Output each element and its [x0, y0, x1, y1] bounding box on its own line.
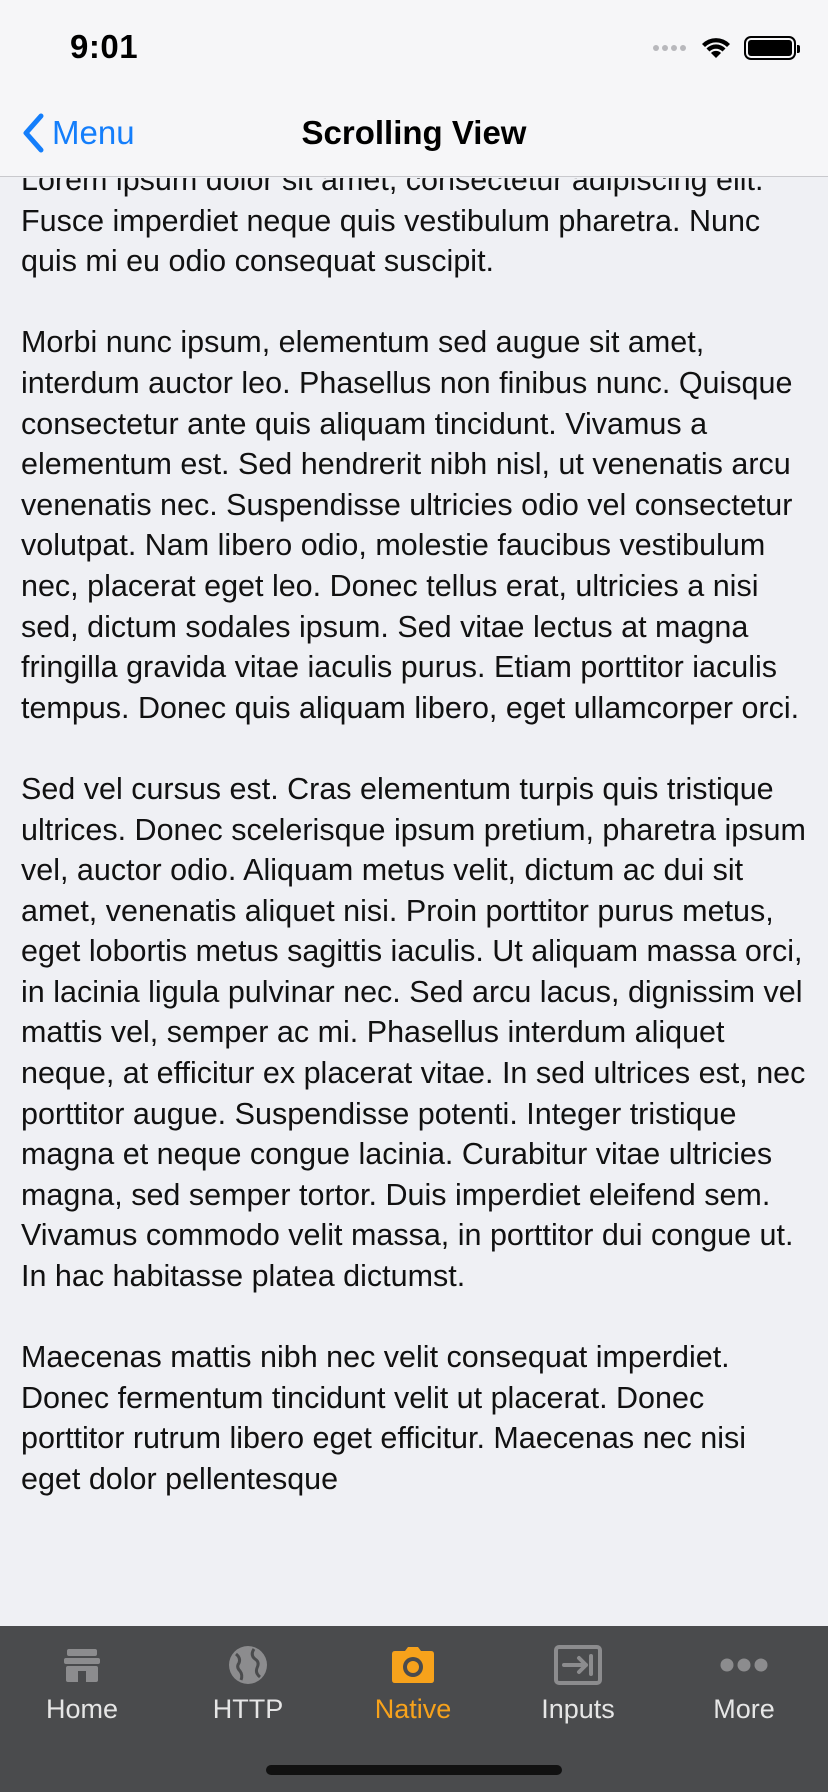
- more-icon: [720, 1658, 768, 1672]
- tab-label: More: [713, 1694, 775, 1724]
- battery-icon: [744, 36, 800, 60]
- scroll-view[interactable]: Lorem ipsum dolor sit amet, consectetur …: [0, 178, 828, 1626]
- wifi-icon: [702, 38, 730, 58]
- tab-label: HTTP: [212, 1694, 284, 1724]
- paragraph: Lorem ipsum dolor sit amet, consectetur …: [21, 178, 764, 279]
- status-icons: [653, 36, 800, 60]
- home-indicator: [266, 1765, 562, 1775]
- cellular-signal-icon: [653, 45, 686, 51]
- home-icon: [64, 1649, 100, 1682]
- tab-label: Inputs: [541, 1694, 615, 1724]
- status-time: 9:01: [70, 28, 139, 65]
- text-body: Lorem ipsum dolor sit amet, consectetur …: [21, 178, 811, 1540]
- tab-more[interactable]: More: [669, 1640, 819, 1740]
- tab-native[interactable]: Native: [338, 1640, 488, 1740]
- input-icon: [554, 1645, 602, 1685]
- tab-home[interactable]: Home: [7, 1640, 157, 1740]
- paragraph: Maecenas mattis nibh nec velit consequat…: [21, 1340, 747, 1496]
- tab-label: Home: [45, 1694, 119, 1724]
- tab-label: Native: [374, 1694, 452, 1724]
- status-bar: 9:01: [0, 0, 828, 100]
- camera-icon: [392, 1647, 434, 1683]
- tab-http[interactable]: HTTP: [173, 1640, 323, 1740]
- page-title: Scrolling View: [301, 114, 527, 151]
- paragraph: Morbi nunc ipsum, elementum sed augue si…: [21, 325, 800, 725]
- tab-inputs[interactable]: Inputs: [503, 1640, 653, 1740]
- navigation-bar: Menu Scrolling View: [0, 100, 828, 177]
- paragraph: Sed vel cursus est. Cras elementum turpi…: [21, 771, 806, 1294]
- globe-icon: [229, 1646, 267, 1684]
